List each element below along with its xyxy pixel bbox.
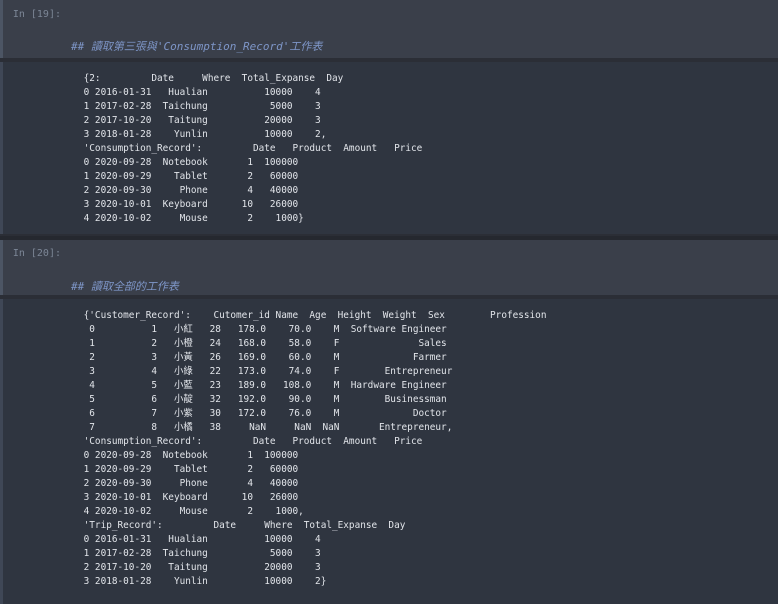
code-cell-20[interactable]: In [20]: ## 讀取全部的工作表 e_all <box>0 240 778 341</box>
input-prompt: In [19]: <box>12 9 61 20</box>
output-text: {2: Date Where Total_Expanse Day 0 2016-… <box>83 73 423 224</box>
code-cell-19[interactable]: In [19]: ## 讀取第三張與'Consumption_Record'工作… <box>0 0 778 101</box>
output-area-20: {'Customer_Record': Cutomer_id Name Age … <box>0 299 778 604</box>
output-area-19: {2: Date Where Total_Expanse Day 0 2016-… <box>0 62 778 234</box>
input-prompt: In [20]: <box>12 248 61 259</box>
code-comment: ## 讀取全部的工作表 <box>71 280 179 293</box>
code-comment: ## 讀取第三張與'Consumption_Record'工作表 <box>71 40 323 53</box>
output-text: {'Customer_Record': Cutomer_id Name Age … <box>83 310 547 587</box>
